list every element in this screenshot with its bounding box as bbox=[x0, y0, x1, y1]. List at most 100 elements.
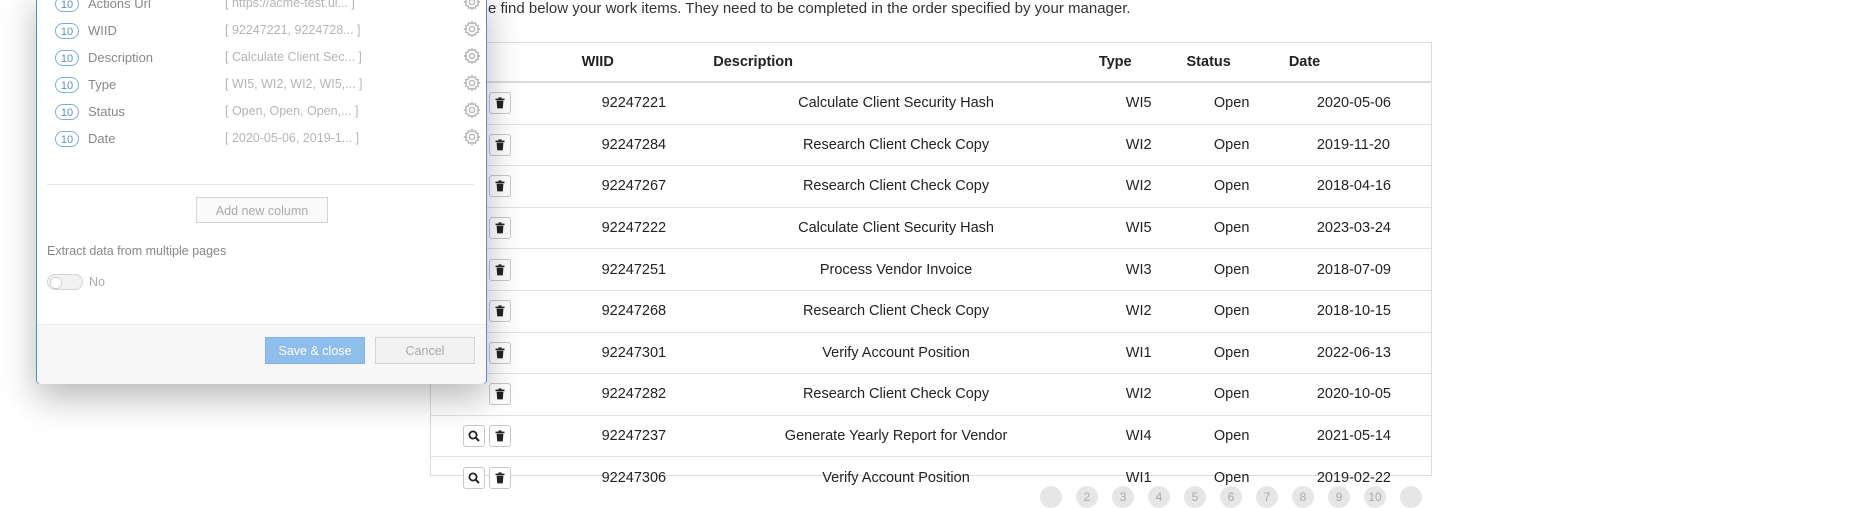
column-name: Actions Url bbox=[88, 0, 151, 11]
cell-description: Calculate Client Security Hash bbox=[693, 82, 1099, 125]
magnifier-icon[interactable] bbox=[463, 425, 485, 448]
trash-icon[interactable] bbox=[489, 300, 511, 323]
cell-date: 2020-05-06 bbox=[1284, 82, 1431, 125]
header-wiid: WIID bbox=[557, 43, 694, 83]
trash-icon[interactable] bbox=[489, 92, 511, 115]
page-button[interactable]: 3 bbox=[1112, 486, 1134, 508]
gear-icon[interactable] bbox=[463, 101, 481, 122]
trash-icon[interactable] bbox=[489, 217, 511, 240]
page-button[interactable] bbox=[1040, 486, 1062, 508]
column-count-badge: 10 bbox=[55, 104, 79, 120]
row-actions bbox=[431, 457, 558, 498]
cell-type: WI3 bbox=[1098, 248, 1179, 291]
gear-icon[interactable] bbox=[463, 20, 481, 41]
cell-status: Open bbox=[1178, 290, 1285, 333]
row-actions bbox=[431, 415, 558, 458]
page-button[interactable]: 7 bbox=[1256, 486, 1278, 508]
cell-description: Calculate Client Security Hash bbox=[693, 207, 1099, 250]
column-sample-values: [ 92247221, 9224728... ] bbox=[225, 23, 361, 37]
cell-wiid: 92247237 bbox=[557, 415, 694, 458]
trash-icon[interactable] bbox=[489, 258, 511, 281]
trash-icon[interactable] bbox=[489, 425, 511, 448]
extract-multiple-pages-label: Extract data from multiple pages bbox=[47, 244, 227, 258]
column-count-badge: 10 bbox=[55, 50, 79, 66]
column-row: 10 WIID [ 92247221, 9224728... ] bbox=[55, 20, 481, 44]
column-sample-values: [ 2020-05-06, 2019-1... ] bbox=[225, 131, 360, 145]
cell-date: 2022-06-13 bbox=[1284, 332, 1431, 375]
column-name: Status bbox=[88, 104, 125, 119]
page-button[interactable]: 4 bbox=[1148, 486, 1170, 508]
column-name: Type bbox=[88, 77, 117, 92]
column-count-badge: 10 bbox=[55, 131, 79, 147]
cell-wiid: 92247282 bbox=[557, 373, 694, 416]
header-status: Status bbox=[1178, 43, 1285, 83]
gear-icon[interactable] bbox=[463, 128, 481, 149]
save-close-button[interactable]: Save & close bbox=[265, 337, 365, 364]
table-header-row: s WIID Description Type Status Date bbox=[431, 43, 1431, 83]
column-row: 10 Actions Url [ https://acme-test.ui... ] bbox=[55, 0, 481, 17]
page-button[interactable]: 8 bbox=[1292, 486, 1314, 508]
magnifier-icon[interactable] bbox=[463, 466, 485, 489]
column-row: 10 Description [ Calculate Client Sec... ] bbox=[55, 47, 481, 71]
gear-icon[interactable] bbox=[463, 74, 481, 95]
cell-status: Open bbox=[1178, 373, 1285, 416]
cell-wiid: 92247284 bbox=[557, 124, 694, 167]
multi-page-toggle-label: No bbox=[89, 275, 105, 289]
trash-icon[interactable] bbox=[489, 341, 511, 364]
trash-icon[interactable] bbox=[489, 383, 511, 406]
trash-icon[interactable] bbox=[489, 133, 511, 156]
header-description: Description bbox=[693, 43, 1099, 83]
cell-description: Research Client Check Copy bbox=[693, 373, 1099, 416]
cell-status: Open bbox=[1178, 82, 1285, 125]
column-name: WIID bbox=[88, 23, 117, 38]
gear-icon[interactable] bbox=[463, 0, 481, 14]
table-row: 92247222 Calculate Client Security Hash WI… bbox=[431, 207, 1431, 250]
cell-wiid: 92247251 bbox=[557, 248, 694, 291]
cell-date: 2019-11-20 bbox=[1284, 124, 1431, 167]
table-row: 92247268 Research Client Check Copy WI2 Ope… bbox=[431, 290, 1431, 333]
column-name: Description bbox=[88, 50, 154, 65]
cancel-button[interactable]: Cancel bbox=[375, 337, 475, 364]
gear-icon[interactable] bbox=[463, 47, 481, 68]
cell-date: 2021-05-14 bbox=[1284, 415, 1431, 458]
multi-page-toggle[interactable] bbox=[47, 274, 83, 290]
divider bbox=[47, 184, 474, 185]
cell-type: WI2 bbox=[1098, 373, 1179, 416]
column-sample-values: [ https://acme-test.ui... ] bbox=[225, 0, 355, 10]
column-row: 10 Status [ Open, Open, Open,... ] bbox=[55, 101, 481, 125]
cell-date: 2018-10-15 bbox=[1284, 290, 1431, 333]
table-row: 92247221 Calculate Client Security Hash WI… bbox=[431, 82, 1431, 125]
column-sample-values: [ Open, Open, Open,... ] bbox=[225, 104, 359, 118]
trash-icon[interactable] bbox=[489, 466, 511, 489]
cell-description: Verify Account Position bbox=[822, 469, 970, 486]
trash-icon[interactable] bbox=[489, 175, 511, 198]
cell-description: Research Client Check Copy bbox=[693, 124, 1099, 167]
cell-wiid: 92247221 bbox=[557, 82, 694, 125]
table-row: 92247301 Verify Account Position WI1 Open 20… bbox=[431, 332, 1431, 375]
cell-type: WI1 bbox=[1098, 332, 1179, 375]
cell-type: WI2 bbox=[1098, 124, 1179, 167]
header-type: Type bbox=[1098, 43, 1179, 83]
page-button[interactable]: 6 bbox=[1220, 486, 1242, 508]
toggle-knob bbox=[50, 277, 62, 289]
cell-description: Generate Yearly Report for Vendor bbox=[693, 415, 1099, 458]
work-items-table: s WIID Description Type Status Date 9224… bbox=[430, 42, 1432, 489]
page-button[interactable]: 10 bbox=[1364, 486, 1386, 508]
table-row: 92247237 Generate Yearly Report for Vendo… bbox=[431, 415, 1431, 458]
cell-status: Open bbox=[1178, 415, 1285, 458]
page-button[interactable]: 9 bbox=[1328, 486, 1350, 508]
column-row: 10 Type [ WI5, WI2, WI2, WI5,... ] bbox=[55, 74, 481, 98]
page-button[interactable]: 2 bbox=[1076, 486, 1098, 508]
cell-status: Open bbox=[1178, 207, 1285, 250]
page-button[interactable]: 5 bbox=[1184, 486, 1206, 508]
cell-wiid: 92247306 bbox=[601, 469, 667, 486]
cell-date: 2023-03-24 bbox=[1284, 207, 1431, 250]
table-row: 92247306 Verify Account Position WI1 Open 20… bbox=[431, 457, 1431, 498]
page-button[interactable] bbox=[1400, 486, 1422, 508]
intro-text: e find below your work items. They need … bbox=[488, 0, 1131, 17]
add-new-column-button[interactable]: Add new column bbox=[196, 197, 328, 223]
column-name: Date bbox=[88, 131, 116, 146]
cell-wiid: 92247268 bbox=[557, 290, 694, 333]
cell-description: Research Client Check Copy bbox=[693, 290, 1099, 333]
cell-type: WI5 bbox=[1098, 207, 1179, 250]
